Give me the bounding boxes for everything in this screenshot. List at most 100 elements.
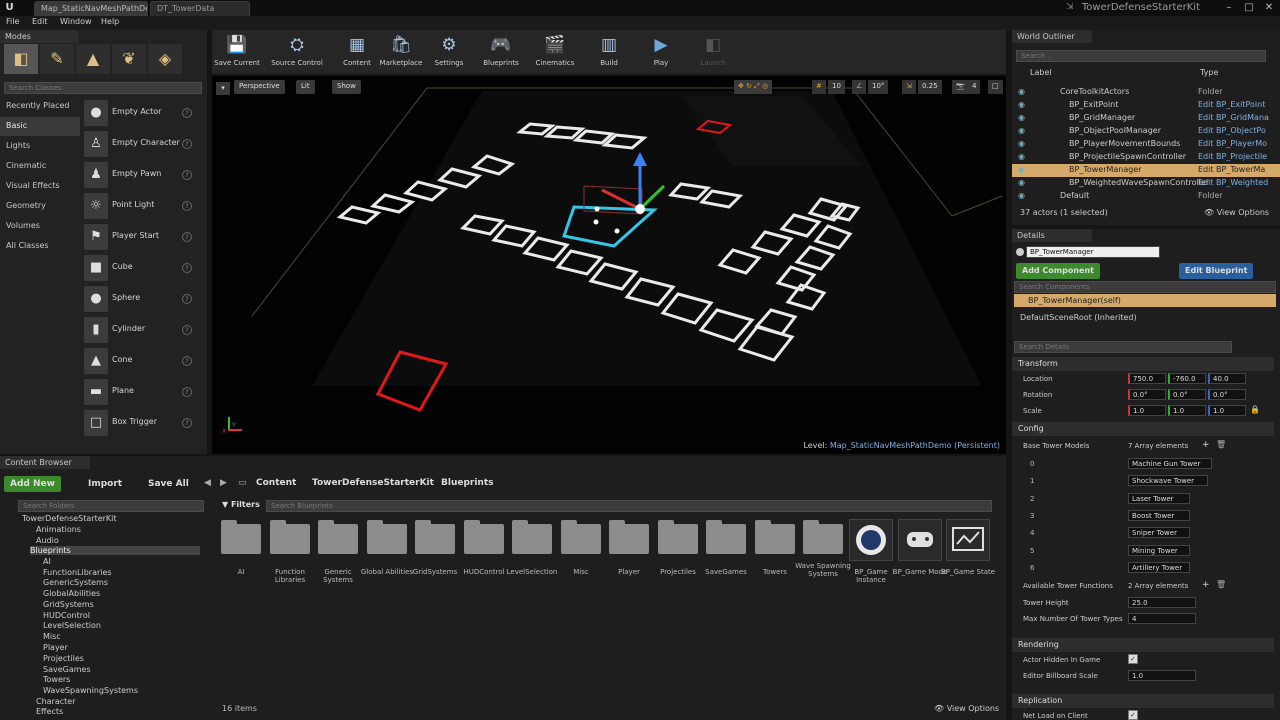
max-tower-types-field[interactable]: 4 [1128, 613, 1196, 624]
breadcrumb-kit[interactable]: TowerDefenseStarterKit [312, 478, 434, 488]
content-browser-tab[interactable]: Content Browser [0, 456, 90, 469]
level-viewport[interactable]: ▾ Perspective Lit Show ✥ ↻ ⤢ ◎ # 10 ∠ 10… [212, 76, 1006, 454]
import-button[interactable]: Import [82, 476, 128, 492]
folder-icon[interactable] [706, 520, 746, 554]
net-load-checkbox[interactable]: ✓ [1128, 710, 1138, 720]
modes-tab[interactable]: Modes [0, 30, 78, 43]
view-options-button[interactable]: 👁 View Options [934, 704, 999, 713]
outliner-row[interactable]: ◉ BP_ProjectileSpawnController Edit BP_Pro… [1012, 151, 1280, 164]
search-components-input[interactable]: Search Components [1014, 281, 1276, 293]
place-item[interactable]: ■ Cube? [82, 253, 200, 283]
component-self[interactable]: BP_TowerManager(self) [1014, 294, 1276, 307]
folder-tree-item[interactable]: HUDControl [43, 611, 90, 620]
outliner-row-type[interactable]: Edit BP_Weighted [1198, 178, 1268, 187]
source-control-icon[interactable]: ⇲ [1066, 2, 1074, 12]
tab-towerdata[interactable]: DT_TowerData [150, 1, 250, 16]
category-basic[interactable]: Basic [0, 117, 80, 136]
outliner-row-type[interactable]: Edit BP_GridMana [1198, 113, 1269, 122]
folder-icon[interactable] [464, 520, 504, 554]
folder-tree-item[interactable]: SaveGames [43, 665, 91, 674]
game-state-asset[interactable] [946, 519, 990, 561]
help-icon[interactable]: ? [182, 139, 192, 149]
foliage-mode-icon[interactable]: ❦ [112, 44, 146, 74]
folder-tree-item[interactable]: Towers [43, 675, 70, 684]
folder-tree-item[interactable]: Projectiles [43, 654, 84, 663]
transform-section[interactable]: Transform [1012, 357, 1274, 371]
outliner-row-type[interactable]: Edit BP_PlayerMo [1198, 139, 1267, 148]
column-type[interactable]: Type [1200, 68, 1218, 77]
config-section[interactable]: Config [1012, 422, 1274, 436]
billboard-scale-field[interactable]: 1.0 [1128, 670, 1196, 681]
show-button[interactable]: Show [332, 80, 361, 94]
camera-speed-value[interactable]: 4 [968, 80, 981, 94]
scale-z-field[interactable]: 1.0 [1208, 405, 1246, 416]
transform-mode-icon[interactable]: ✥ ↻ ⤢ ◎ [734, 80, 773, 94]
blueprints-button[interactable]: 🎮 Blueprints [478, 32, 524, 72]
outliner-row[interactable]: ◉ BP_ObjectPoolManager Edit BP_ObjectPo [1012, 125, 1280, 138]
category-volumes[interactable]: Volumes [0, 217, 80, 236]
filters-button[interactable]: ▼ Filters [222, 500, 260, 509]
minimize-button[interactable]: – [1220, 1, 1238, 14]
folder-tree-item[interactable]: GridSystems [43, 600, 94, 609]
place-mode-icon[interactable]: ◧ [4, 44, 38, 74]
folder-icon[interactable] [415, 520, 455, 554]
outliner-row-selected[interactable]: ◉ BP_TowerManager Edit BP_TowerMa [1012, 164, 1280, 177]
delete-all-icon[interactable]: 🗑 [1216, 440, 1226, 449]
outliner-row[interactable]: ◉ BP_WeightedWaveSpawnController Edit BP_W… [1012, 177, 1280, 190]
scale-y-field[interactable]: 1.0 [1168, 405, 1206, 416]
search-classes-input[interactable]: Search Classes [4, 82, 202, 94]
search-details-input[interactable]: Search Details [1014, 341, 1232, 353]
scale-snap-value[interactable]: 0.25 [918, 80, 942, 94]
visibility-eye-icon[interactable]: ◉ [1018, 139, 1025, 148]
rotation-y-field[interactable]: 0.0° [1168, 389, 1206, 400]
category-cinematic[interactable]: Cinematic [0, 157, 80, 176]
help-icon[interactable]: ? [182, 387, 192, 397]
paint-mode-icon[interactable]: ✎ [40, 44, 74, 74]
place-item[interactable]: ▲ Cone? [82, 346, 200, 376]
maximize-button[interactable]: □ [1240, 1, 1258, 14]
folder-tree-item[interactable]: GenericSystems [43, 578, 108, 587]
visibility-eye-icon[interactable]: ◉ [1018, 165, 1025, 174]
outliner-row[interactable]: ◉ Default Folder [1012, 190, 1280, 203]
add-element-icon[interactable]: + [1202, 580, 1210, 590]
settings-button[interactable]: ⚙ Settings [426, 32, 472, 72]
folder-tree-item[interactable]: GlobalAbilities [43, 589, 100, 598]
outliner-view-options-button[interactable]: 👁 View Options [1204, 208, 1269, 217]
visibility-eye-icon[interactable]: ◉ [1018, 87, 1025, 96]
folder-icon[interactable] [755, 520, 795, 554]
folder-tree-item[interactable]: AI [43, 557, 51, 566]
outliner-row[interactable]: ◉ BP_GridManager Edit BP_GridMana [1012, 112, 1280, 125]
help-icon[interactable]: ? [182, 263, 192, 273]
search-blueprints-input[interactable]: Search Blueprints [266, 500, 992, 512]
lock-icon[interactable]: 🔒 [1250, 405, 1260, 414]
help-icon[interactable]: ? [182, 325, 192, 335]
folder-icon[interactable] [221, 520, 261, 554]
menu-edit[interactable]: Edit [32, 17, 48, 26]
category-all-classes[interactable]: All Classes [0, 237, 80, 256]
close-button[interactable]: ✕ [1260, 1, 1278, 14]
outliner-search-input[interactable]: Search... [1016, 50, 1266, 62]
world-outliner-tab[interactable]: World Outliner [1012, 30, 1092, 43]
build-button[interactable]: ▥ Build [586, 32, 632, 72]
help-icon[interactable]: ? [182, 108, 192, 118]
location-z-field[interactable]: 40.0 [1208, 373, 1246, 384]
visibility-eye-icon[interactable]: ◉ [1018, 191, 1025, 200]
rotation-x-field[interactable]: 0.0° [1128, 389, 1166, 400]
location-x-field[interactable]: 750.0 [1128, 373, 1166, 384]
save-all-button[interactable]: Save All [142, 476, 195, 492]
folder-tree-item[interactable]: LevelSelection [43, 621, 101, 630]
place-item[interactable]: ● Sphere? [82, 284, 200, 314]
tower-height-field[interactable]: 25.0 [1128, 597, 1196, 608]
tower-model-dropdown[interactable]: Boost Tower [1128, 510, 1190, 521]
folder-tree-item[interactable]: Animations [36, 525, 81, 534]
visibility-eye-icon[interactable]: ◉ [1018, 100, 1025, 109]
play-button[interactable]: ▶ Play [638, 32, 684, 72]
folder-icon[interactable] [658, 520, 698, 554]
place-item[interactable]: ▮ Cylinder? [82, 315, 200, 345]
visibility-eye-icon[interactable]: ◉ [1018, 178, 1025, 187]
folder-icon[interactable] [803, 520, 843, 554]
rotation-z-field[interactable]: 0.0° [1208, 389, 1246, 400]
place-item[interactable]: ♟ Empty Pawn? [82, 160, 200, 190]
outliner-row-type[interactable]: Edit BP_TowerMa [1198, 165, 1265, 174]
column-label[interactable]: Label [1030, 68, 1052, 77]
